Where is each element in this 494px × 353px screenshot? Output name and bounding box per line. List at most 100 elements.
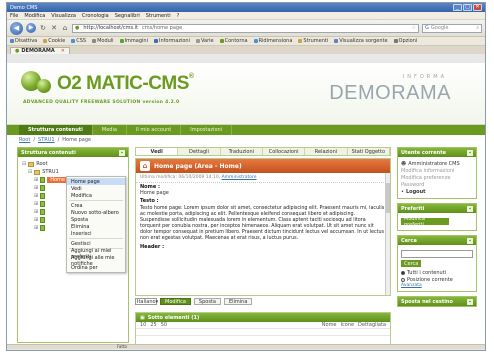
bookmark-item[interactable]: Disattiva [10, 38, 37, 44]
context-menu-item[interactable]: Sposta [67, 216, 125, 223]
minimize-icon[interactable]: _ [453, 4, 462, 11]
context-menu-item[interactable]: Aggiungi alle mie notifiche [67, 255, 125, 267]
home-icon[interactable]: ⌂ [61, 24, 69, 32]
bookmark-item[interactable]: Informazioni [153, 38, 190, 44]
main-nav-item[interactable]: Il mio account [127, 125, 182, 135]
page-size-50[interactable]: 50 [161, 322, 167, 328]
view-tab[interactable]: Traduzioni [221, 148, 263, 155]
meta-author-link[interactable]: Amministratore [222, 175, 257, 180]
bookmark-item[interactable]: Strumenti [298, 38, 328, 44]
reload-icon[interactable]: ↻ [39, 24, 47, 32]
edit-bookmarks-button[interactable]: Modifica preferiti [401, 216, 449, 228]
expand-node-icon[interactable]: ⊞ [34, 209, 38, 215]
main-nav-item[interactable]: Impostazioni [181, 125, 233, 135]
bookmark-item[interactable]: Contorna [219, 38, 248, 44]
expand-node-icon[interactable]: ⊞ [34, 177, 38, 183]
bookmark-star-icon[interactable]: ☆ [412, 25, 416, 31]
menu-item-help[interactable]: ? [177, 13, 180, 19]
search-icon[interactable]: ⌕ [476, 25, 479, 31]
search-scope-all[interactable]: Tutti i contenuti [401, 269, 473, 276]
user-link-info[interactable]: Modifica informazioni [401, 167, 473, 174]
expand-node-icon[interactable]: ⊞ [34, 217, 38, 223]
expand-node-icon[interactable]: ⊞ [34, 201, 38, 207]
view-tab[interactable]: Collocazioni [263, 148, 306, 155]
radio-current-icon[interactable] [401, 277, 405, 282]
breadcrumb-root[interactable]: Root [19, 137, 30, 143]
view-tab[interactable]: Dettagli [178, 148, 221, 155]
stop-icon[interactable]: ✕ [50, 24, 58, 32]
menu-item-tools[interactable]: Strumenti [146, 13, 171, 19]
forward-icon[interactable]: ▶ [26, 23, 36, 33]
maximize-icon[interactable]: □ [463, 4, 472, 11]
main-nav-item[interactable]: Struttura contenuti [19, 125, 93, 135]
view-tab[interactable]: Stati Oggetto [348, 148, 390, 155]
radio-all-icon[interactable] [401, 270, 405, 275]
page-size-10[interactable]: 10 [140, 322, 146, 328]
scrollbar-thumb[interactable] [386, 183, 390, 213]
context-menu-item[interactable]: Crea [67, 202, 125, 209]
menu-item-view[interactable]: Visualizza [51, 13, 76, 19]
site-logo[interactable]: O2 MATIC-CMS® [57, 73, 194, 95]
page-size-25[interactable]: 25 [150, 322, 156, 328]
expand-node-icon[interactable]: ⊞ [34, 225, 38, 231]
collapse-trash-icon[interactable]: – [467, 298, 473, 305]
view-icons[interactable]: Icone [341, 322, 355, 328]
collapse-bookmarks-icon[interactable]: – [467, 205, 473, 212]
context-menu-item[interactable]: Elimina [67, 223, 125, 230]
bookmark-icon [10, 38, 14, 43]
bookmark-item[interactable]: Immagini [119, 38, 148, 44]
bookmark-item[interactable]: Varie [195, 38, 214, 44]
context-menu-item[interactable]: Inserisci [67, 230, 125, 237]
context-menu-item[interactable]: Vedi [67, 185, 125, 192]
bookmark-item[interactable]: Opzioni [393, 38, 417, 44]
delete-button[interactable]: Elimina [223, 298, 253, 305]
menu-item-edit[interactable]: Modifica [24, 13, 45, 19]
edit-button[interactable]: Modifica [160, 298, 191, 305]
menu-item-file[interactable]: File [10, 13, 18, 19]
logout-link[interactable]: • Logout [401, 188, 473, 195]
view-name[interactable]: Nome [322, 322, 337, 328]
bookmark-item[interactable]: CSS [71, 38, 86, 44]
tree-node[interactable]: ⊟ Root [22, 160, 124, 168]
user-link-password[interactable]: Password [401, 181, 473, 188]
tree-node[interactable]: ⊟ STRU1 [22, 168, 124, 176]
collapse-icon[interactable]: – [119, 149, 125, 156]
expand-node-icon[interactable]: ⊞ [34, 185, 38, 191]
search-field[interactable]: G Google ⌕ [422, 23, 482, 33]
user-link-prefs[interactable]: Modifica preferenze [401, 174, 473, 181]
collapse-user-icon[interactable]: – [467, 149, 473, 156]
context-menu-item[interactable]: Gestisci [67, 240, 125, 247]
close-icon[interactable]: ✕ [473, 4, 482, 11]
collapse-search-icon[interactable]: – [467, 237, 473, 244]
collapse-node-icon[interactable]: ⊟ [28, 169, 32, 175]
search-scope-current[interactable]: Posizione corrente [401, 276, 473, 283]
search-button[interactable]: Cerca [401, 260, 421, 267]
expand-node-icon[interactable]: ⊞ [34, 193, 38, 199]
main-nav-item[interactable]: Media [93, 125, 127, 135]
back-icon[interactable]: ◀ [10, 21, 23, 35]
bookmark-item[interactable]: Ridimensiona [253, 38, 292, 44]
menu-item-bookmarks[interactable]: Segnalibri [115, 13, 140, 19]
context-menu-item[interactable]: Nuovo sotto-albero [67, 209, 125, 216]
menu-item-history[interactable]: Cronologia [82, 13, 109, 19]
search-input[interactable] [401, 250, 473, 258]
sub-items-row [136, 329, 390, 336]
language-select[interactable]: Italiano ▾ [135, 298, 158, 305]
advanced-search-link[interactable]: Avanzata [401, 283, 473, 288]
bookmark-item[interactable]: Cookie [43, 38, 65, 44]
browser-tab[interactable]: ● DEMORAMA ✕ [10, 47, 70, 54]
search-box: Cerca – Cerca Tutti i contenuti Posizion… [397, 235, 477, 292]
bookmark-item[interactable]: Visualizza sorgente [334, 38, 388, 44]
breadcrumb-level[interactable]: STRU1 [38, 137, 55, 143]
bookmark-item[interactable]: Moduli [92, 38, 114, 44]
collapse-node-icon[interactable]: ⊟ [22, 161, 26, 167]
view-tab[interactable]: Relazioni [305, 148, 348, 155]
view-detailed[interactable]: Dettagliata [358, 322, 386, 328]
vertical-scrollbar[interactable] [385, 173, 390, 295]
address-bar[interactable]: ● http://localhost/cms.it cms/home page … [72, 23, 419, 33]
context-menu-item[interactable]: Modifica [67, 192, 125, 199]
view-tab[interactable]: Vedi [136, 148, 179, 155]
tab-close-icon[interactable]: ✕ [61, 48, 65, 54]
context-menu-item[interactable]: Home page [67, 178, 125, 185]
move-button[interactable]: Sposta [193, 298, 221, 305]
